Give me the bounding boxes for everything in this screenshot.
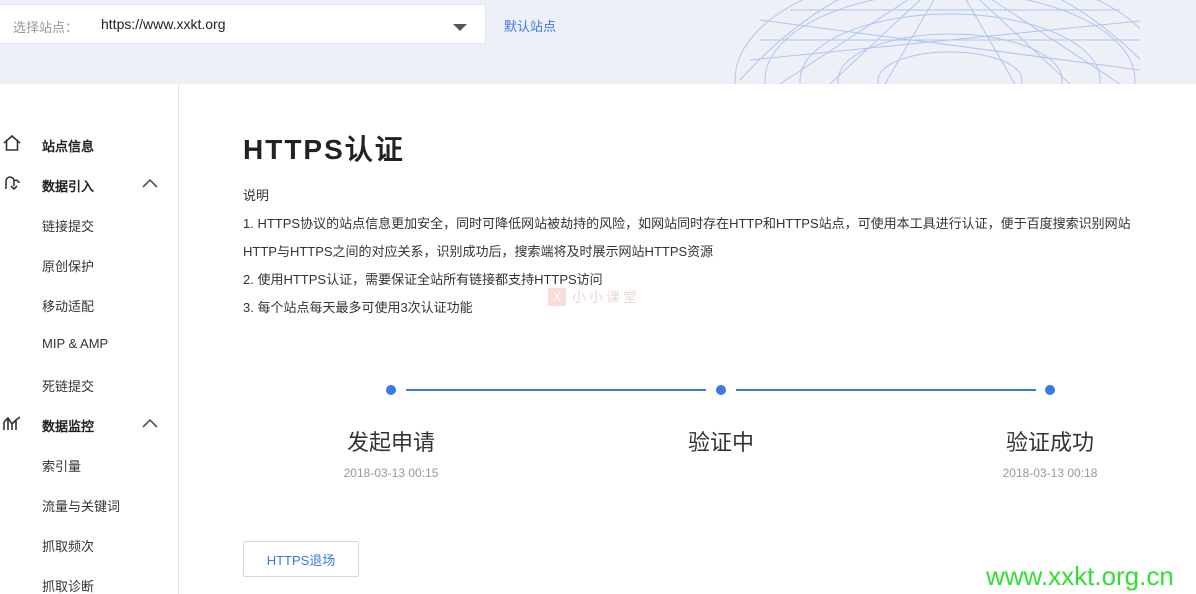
site-watermark: www.xxkt.org.cn	[986, 561, 1174, 591]
step-time: 2018-03-13 00:15	[343, 466, 439, 480]
step-dot	[1045, 385, 1055, 395]
step-label: 验证成功	[1005, 430, 1095, 455]
step-time: 2018-03-13 00:18	[1002, 466, 1098, 480]
step-dot	[386, 385, 396, 395]
progress-steps	[386, 385, 1055, 395]
https-exit-button[interactable]: HTTPS退场	[243, 541, 359, 577]
step-dot	[716, 385, 726, 395]
step-label: 发起申请	[346, 430, 436, 455]
step-label: 验证中	[687, 430, 755, 455]
